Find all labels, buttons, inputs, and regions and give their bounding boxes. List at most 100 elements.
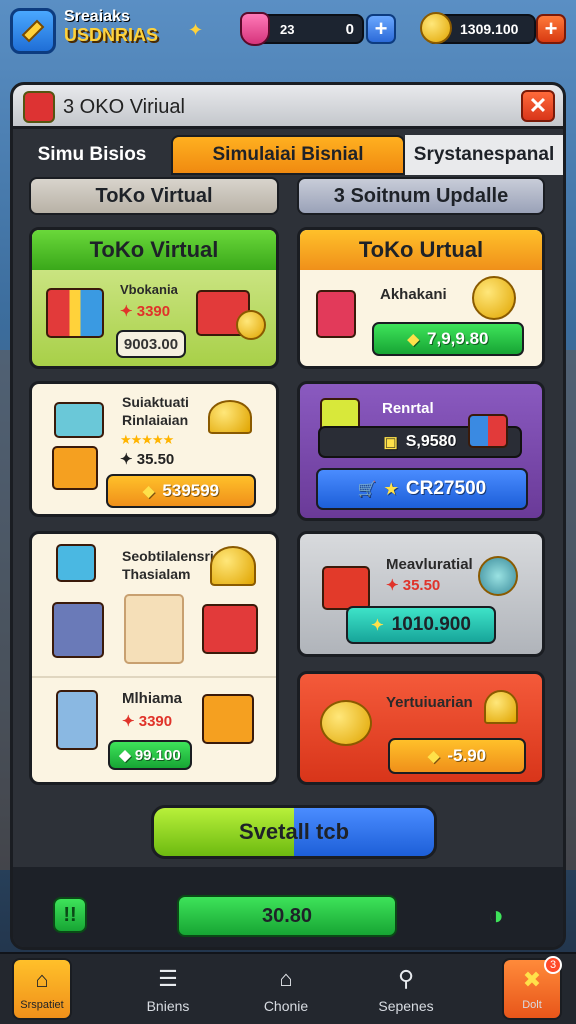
shop-card-toko-urtual[interactable]: ToKo Urtual Akhakani ◆ 7,9,9.80: [297, 227, 545, 369]
panel-header: 3 OKO Viriual ✕: [13, 85, 563, 129]
card-title: ToKo Virtual: [32, 230, 276, 270]
buy-button-label: -5.90: [447, 746, 487, 765]
cart-icon: [52, 602, 104, 658]
hat-icon: [208, 400, 252, 434]
gift-box-icon: [202, 694, 254, 744]
calendar-icon[interactable]: !!: [53, 897, 87, 933]
search-icon: ⚲: [397, 966, 415, 991]
sun-orb-icon: [478, 556, 518, 596]
add-coins-button[interactable]: +: [536, 14, 566, 44]
item-label: Suiaktuati: [122, 394, 189, 410]
subtab-soitnum-updalle[interactable]: 3 Soitnum Updalle: [297, 177, 545, 215]
buy-button[interactable]: ◆ -5.90: [388, 738, 526, 774]
panel-title: 3 OKO Viriual: [63, 96, 185, 118]
cart-icon: 🛒: [357, 481, 377, 498]
nav-item-dolt[interactable]: ✖ Dolt 3: [502, 956, 562, 1020]
item-label: Seobtilalensria: [122, 548, 222, 564]
gift-bag-icon: [316, 290, 356, 338]
item-price: ✦ 35.50: [120, 451, 175, 468]
shop-card-toko-virtual[interactable]: ToKo Virtual Vbokania ✦ 3390 9003.00: [29, 227, 279, 369]
buy-button-label: 1010.900: [391, 614, 471, 635]
buy-button[interactable]: 🛒 ★ CR27500: [316, 468, 528, 510]
add-gems-button[interactable]: +: [366, 14, 396, 44]
tab-simulaiai-bisnial[interactable]: Simulaiai Bisnial: [171, 135, 405, 175]
gift-box-icon: [468, 414, 508, 448]
refresh-icon[interactable]: ◑: [479, 897, 513, 933]
gift-box-icon: [124, 594, 184, 664]
close-button[interactable]: ✕: [521, 90, 555, 122]
ticket-icon: ◆: [407, 331, 420, 348]
main-tabs: Simu Bisios Simulaiai Bisnial Srystanesp…: [13, 135, 563, 175]
coin-value: 1309.100: [460, 21, 519, 37]
app-logo-icon: [10, 8, 56, 54]
brand-title: Sreaiaks USDNRIAS: [64, 8, 158, 44]
card-title: ToKo Urtual: [300, 230, 542, 270]
buy-button[interactable]: ✦ 1010.900: [346, 606, 496, 644]
gift-box-icon: [56, 544, 96, 582]
buy-button-label: 539599: [162, 481, 220, 500]
box-icon: [52, 446, 98, 490]
price-tag-value: S,9580: [405, 433, 457, 450]
star-icon: ★: [384, 481, 398, 498]
shop-card-seobtilalensria[interactable]: Seobtilalensria Thasialam Mlhiama ✦ 3390…: [29, 531, 279, 785]
house-icon: ⌂: [279, 966, 293, 991]
hat-icon: [210, 546, 256, 586]
shop-card-renrtal[interactable]: Renrtal ▣ S,9580 🛒 ★ CR27500: [297, 381, 545, 521]
toolbox-icon: [202, 604, 258, 654]
gem-counter: 23 0: [240, 12, 364, 46]
shop-card-meavluratial[interactable]: Meavluratial ✦ 35.50 ✦ 1010.900: [297, 531, 545, 657]
coin-icon: [472, 276, 516, 320]
home-icon: ⌂: [35, 967, 49, 992]
nav-item-sepenes[interactable]: ⚲ Sepenes: [366, 960, 446, 1020]
item-price: ✦ 3390: [122, 713, 173, 730]
cone-icon: [484, 690, 518, 724]
footer-value-button[interactable]: 30.80: [177, 895, 397, 937]
brand-line1: Sreaiaks: [64, 8, 130, 25]
fridge-icon: [56, 690, 98, 750]
nav-label-chonie: Chonie: [263, 998, 309, 1014]
nav-item-bniens[interactable]: ☰ Bniens: [128, 960, 208, 1020]
nav-item-chonie[interactable]: ⌂ Chonie: [246, 960, 326, 1020]
list-icon: ☰: [158, 966, 178, 991]
main-action-label: Svetall tcb: [238, 819, 350, 844]
buy-button[interactable]: 9003.00: [116, 330, 186, 358]
nav-label-sepenes: Sepenes: [378, 998, 434, 1014]
nav-item-home[interactable]: ⌂ Srspatiet: [12, 958, 72, 1020]
gem-small-value: 23: [280, 21, 295, 37]
card-divider: [32, 676, 276, 678]
sub-tabs: ToKo Virtual 3 Soitnum Updalle: [13, 177, 563, 217]
item-label: Yertuiuarian: [386, 694, 473, 711]
item-label-2: Thasialam: [122, 566, 191, 582]
gift-box-icon: [322, 566, 370, 610]
ticket-icon: ◆: [142, 483, 155, 500]
main-action-button[interactable]: Svetall tcb: [151, 805, 437, 859]
gem-icon: [240, 12, 270, 46]
nav-label-home: Srspatiet: [20, 999, 64, 1011]
subtab-toko-virtual[interactable]: ToKo Virtual: [29, 177, 279, 215]
shop-card-yertuiuarian[interactable]: Yertuiuarian ◆ -5.90: [297, 671, 545, 785]
shop-card-suiaktuati[interactable]: Suiaktuati Rinlaiaian ★★★★★ ✦ 35.50 ◆ 53…: [29, 381, 279, 517]
coin-icon: [420, 12, 452, 44]
brand-line2: USDNRIAS: [64, 25, 159, 45]
item-label: Renrtal: [382, 400, 434, 417]
coin-counter: 1309.100: [420, 12, 536, 44]
buy-button[interactable]: ◆ 7,9,9.80: [372, 322, 524, 356]
tab-srystanespanal[interactable]: Srystanespanal: [405, 135, 563, 175]
tab-simu-bisios[interactable]: Simu Bisios: [13, 135, 171, 175]
ticket-icon: ◆: [119, 747, 131, 764]
item-price: ✦ 3390: [120, 303, 171, 320]
store-panel: 3 OKO Viriual ✕ Simu Bisios Simulaiai Bi…: [10, 82, 566, 950]
coin-icon: [236, 310, 266, 340]
item-price: ✦ 35.50: [386, 577, 441, 594]
item-sub-label: Mlhiama: [122, 690, 183, 707]
item-label: Akhakani: [380, 286, 447, 303]
crate-icon: [54, 402, 104, 438]
store-icon: [23, 91, 55, 123]
bottom-nav: ⌂ Srspatiet ☰ Bniens ⌂ Chonie ⚲ Sepenes …: [0, 952, 576, 1024]
top-hud: Sreaiaks USDNRIAS ✦ 23 0 + 1309.100 +: [0, 0, 576, 64]
ticket-icon: ◆: [427, 748, 440, 765]
gift-box-icon: [46, 288, 104, 338]
item-label: Vbokania: [120, 282, 178, 297]
buy-button[interactable]: ◆ 99.100: [108, 740, 192, 770]
buy-button[interactable]: ◆ 539599: [106, 474, 256, 508]
